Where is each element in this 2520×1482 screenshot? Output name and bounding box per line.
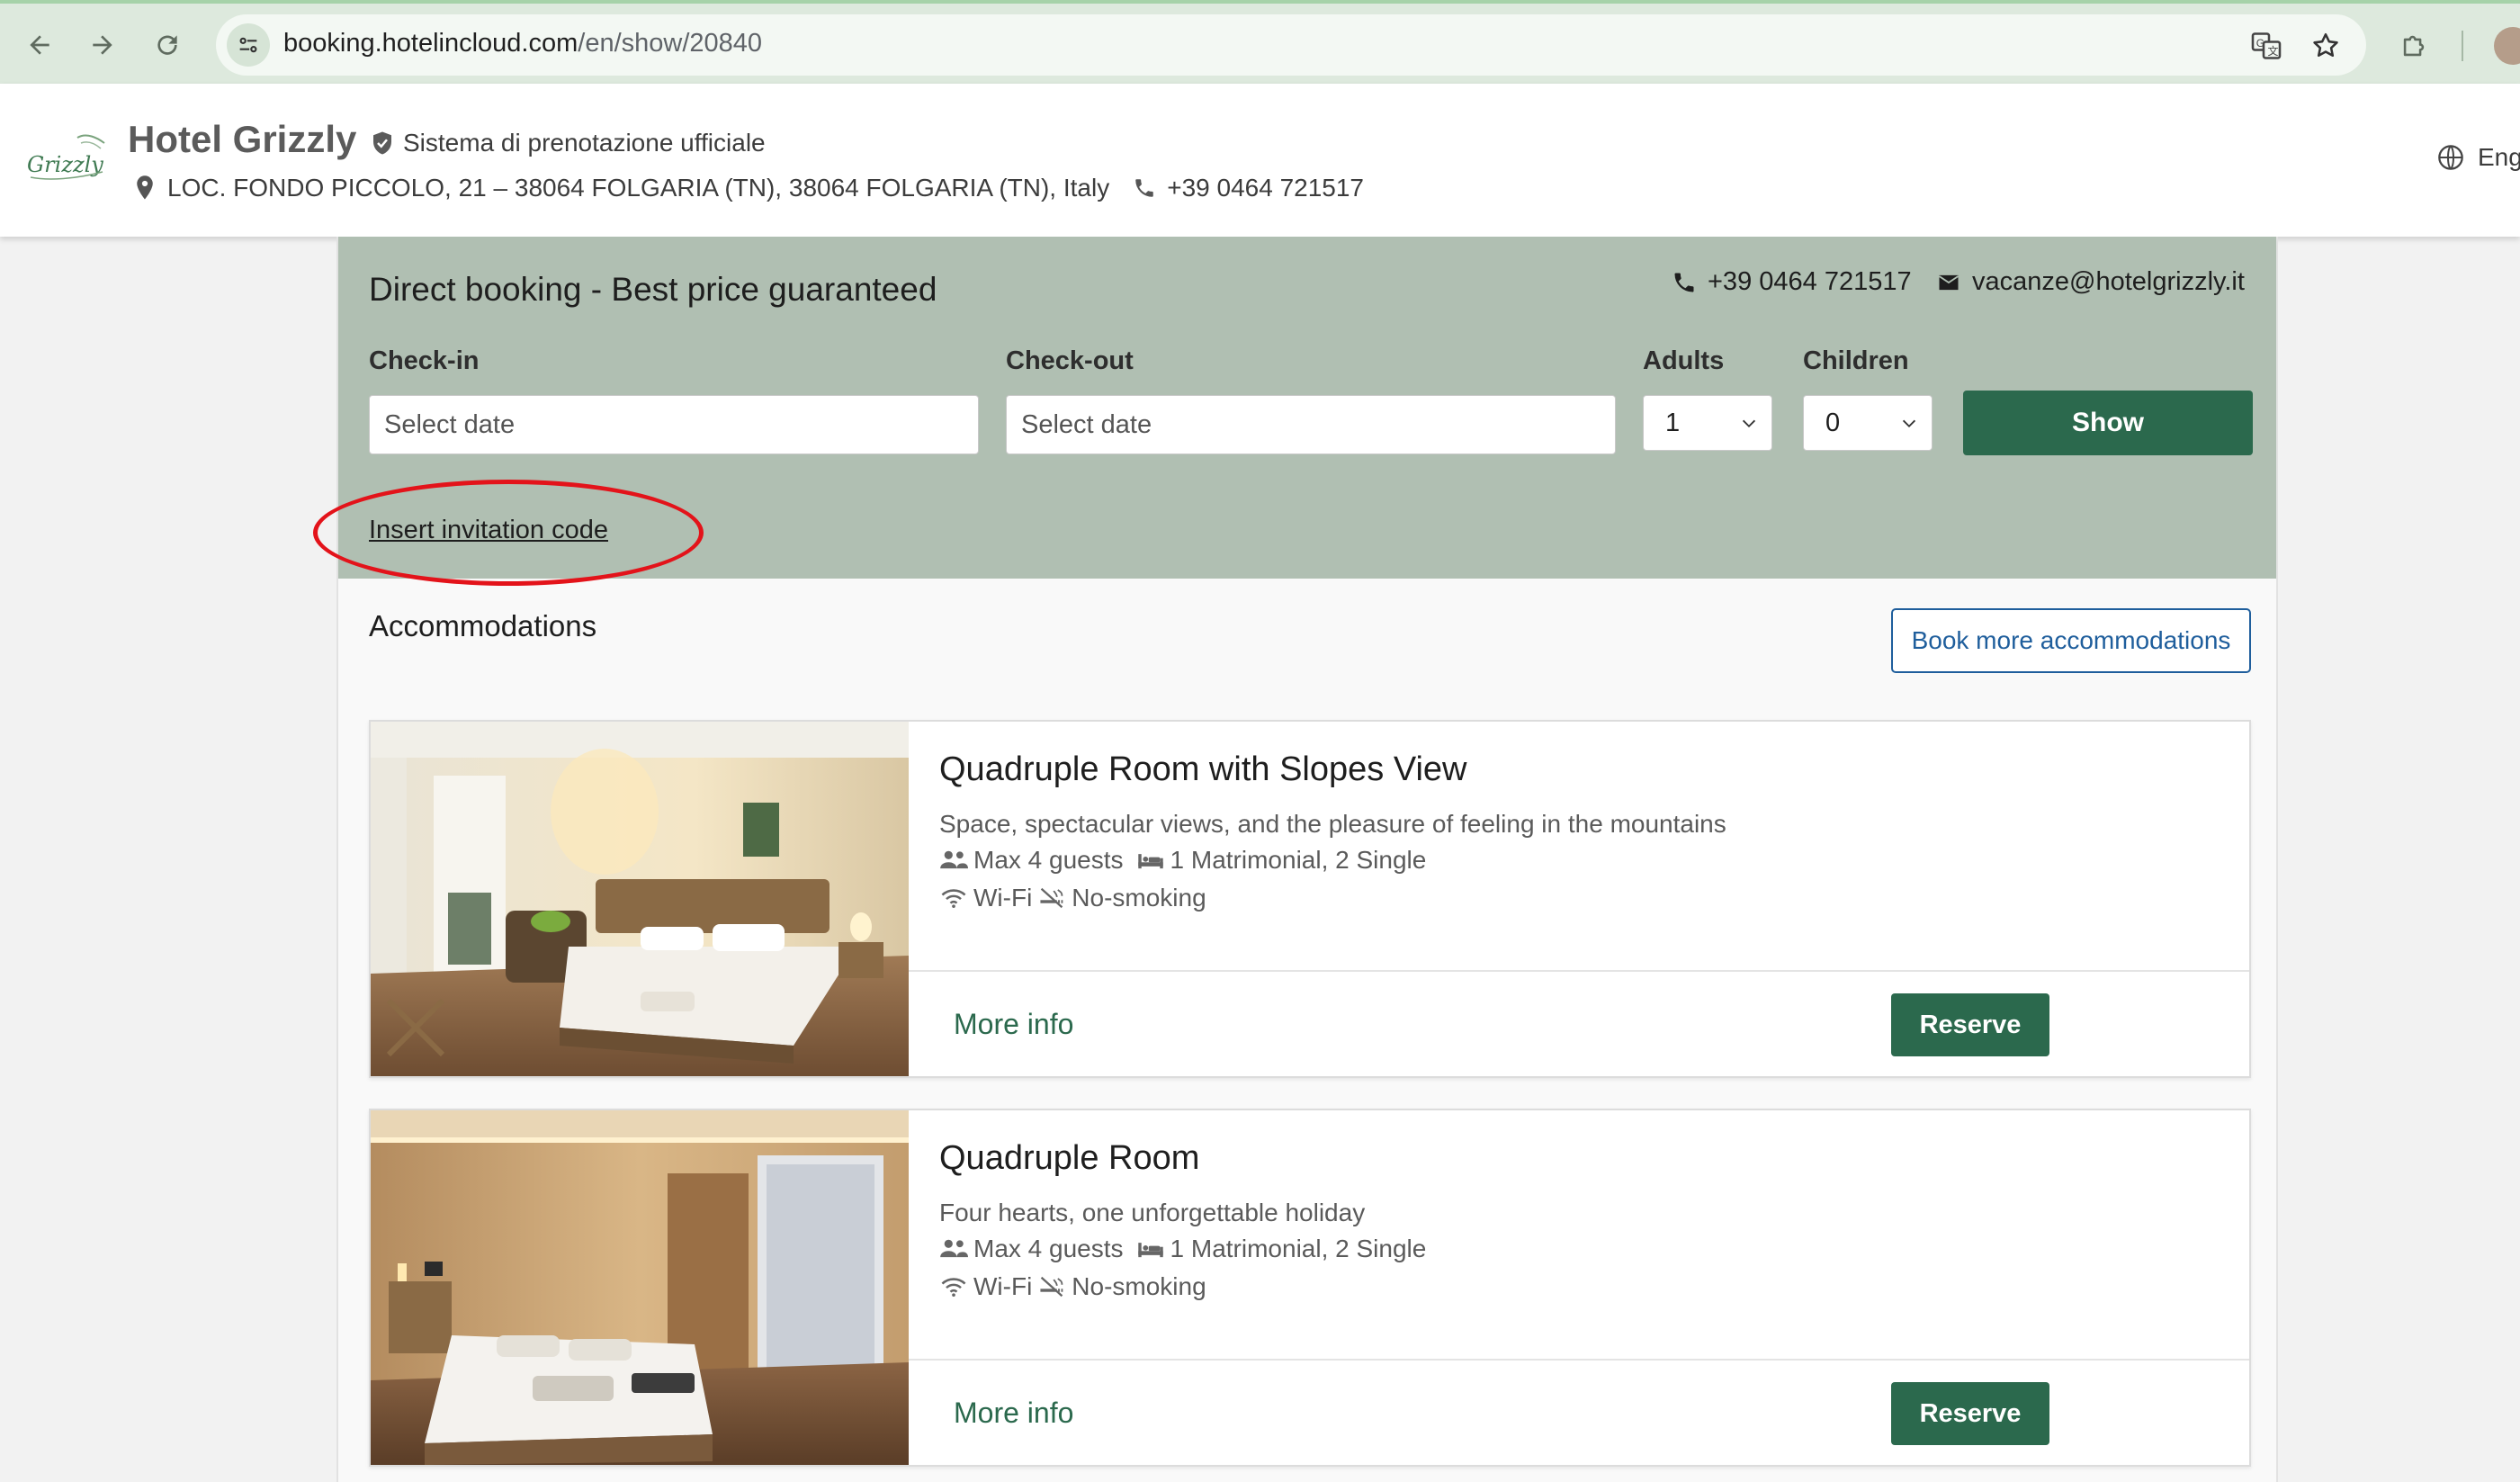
room-description: Four hearts, one unforgettable holiday <box>939 1199 1366 1226</box>
address-bar[interactable]: booking.hotelincloud.com/en/show/20840 G… <box>216 14 2366 76</box>
more-info-link[interactable]: More info <box>954 1397 1073 1430</box>
room-card: Quadruple Room with Slopes View Space, s… <box>369 720 2251 1078</box>
room-photo[interactable] <box>371 722 909 1076</box>
globe-icon <box>2438 145 2463 170</box>
room-capacity: Max 4 guests 1 Matrimonial, 2 Single <box>939 846 1426 875</box>
hotel-name: Hotel Grizzly <box>128 118 357 160</box>
booking-phone[interactable]: +39 0464 721517 <box>1672 267 1912 297</box>
children-value: 0 <box>1825 409 1841 437</box>
phone-icon <box>1674 273 1694 292</box>
room-guests: Max 4 guests <box>973 1235 1124 1262</box>
room-amenities: Wi-Fi No-smoking <box>939 884 1206 912</box>
room-beds: 1 Matrimonial, 2 Single <box>1170 846 1427 874</box>
language-label: Eng <box>2478 143 2520 171</box>
booking-title: Direct booking - Best price guaranteed <box>369 271 937 308</box>
booking-phone-text: +39 0464 721517 <box>1708 267 1912 296</box>
hotel-logo: Grizzly <box>25 130 113 186</box>
address-row: LOC. FONDO PICCOLO, 21 – 38064 FOLGARIA … <box>133 174 1364 202</box>
adults-value: 1 <box>1665 409 1681 437</box>
more-info-link[interactable]: More info <box>954 1008 1073 1041</box>
site-header: Grizzly Hotel Grizzly Sistema di prenota… <box>0 84 2520 237</box>
back-icon[interactable] <box>18 23 61 67</box>
accommodations-title: Accommodations <box>369 609 597 642</box>
room-card: Quadruple Room Four hearts, one unforget… <box>369 1109 2251 1467</box>
extensions-icon[interactable] <box>2397 29 2431 63</box>
forward-icon[interactable] <box>81 23 124 67</box>
room-description: Space, spectacular views, and the pleasu… <box>939 810 1726 838</box>
children-select[interactable]: 0 <box>1803 395 1933 451</box>
room-name[interactable]: Quadruple Room with Slopes View <box>939 750 1467 789</box>
checkout-input[interactable] <box>1006 395 1616 454</box>
room-wifi: Wi-Fi <box>973 1272 1033 1300</box>
url-domain: booking.hotelincloud.com <box>283 29 578 58</box>
no-smoking-icon <box>1040 887 1063 909</box>
room-beds: 1 Matrimonial, 2 Single <box>1170 1235 1427 1262</box>
email-icon <box>1938 274 1960 290</box>
toolbar-separator <box>2462 31 2463 61</box>
phone-icon <box>1135 179 1153 197</box>
reserve-button[interactable]: Reserve <box>1891 1382 2049 1445</box>
svg-text:G: G <box>2256 37 2264 49</box>
hotel-phone[interactable]: +39 0464 721517 <box>1167 174 1364 202</box>
hotel-address: LOC. FONDO PICCOLO, 21 – 38064 FOLGARIA … <box>167 174 1110 202</box>
adults-select[interactable]: 1 <box>1643 395 1772 451</box>
reserve-button[interactable]: Reserve <box>1891 993 2049 1056</box>
room-capacity: Max 4 guests 1 Matrimonial, 2 Single <box>939 1235 1426 1263</box>
main-content: Direct booking - Best price guaranteed +… <box>313 237 2278 1482</box>
children-label: Children <box>1803 346 1909 375</box>
wifi-icon <box>941 889 966 908</box>
card-divider <box>909 1359 2249 1361</box>
room-smoking: No-smoking <box>1072 1272 1206 1300</box>
room-photo[interactable] <box>371 1110 909 1465</box>
checkin-label: Check-in <box>369 346 480 375</box>
location-pin-icon <box>137 175 153 200</box>
bookmark-star-icon[interactable] <box>2309 29 2343 63</box>
room-name[interactable]: Quadruple Room <box>939 1139 1199 1178</box>
no-smoking-icon <box>1040 1276 1063 1298</box>
verified-badge: Sistema di prenotazione ufficiale <box>369 129 766 157</box>
guests-icon <box>940 850 968 869</box>
reload-icon[interactable] <box>146 23 189 67</box>
verified-text: Sistema di prenotazione ufficiale <box>403 129 766 157</box>
book-more-button[interactable]: Book more accommodations <box>1891 608 2251 673</box>
booking-panel: Direct booking - Best price guaranteed +… <box>313 237 2276 586</box>
checkout-label: Check-out <box>1006 346 1134 375</box>
url-path: /en/show/20840 <box>578 29 763 58</box>
chevron-down-icon <box>1902 419 1916 428</box>
room-smoking: No-smoking <box>1072 884 1206 912</box>
site-settings-icon[interactable] <box>227 23 270 67</box>
booking-email-text: vacanze@hotelgrizzly.it <box>1972 267 2245 296</box>
logo-text: Grizzly <box>27 152 103 177</box>
bed-icon <box>1137 1243 1163 1258</box>
adults-label: Adults <box>1643 346 1725 375</box>
profile-avatar[interactable] <box>2494 27 2520 65</box>
svg-text:文: 文 <box>2268 44 2279 58</box>
guests-icon <box>940 1239 968 1258</box>
booking-email[interactable]: vacanze@hotelgrizzly.it <box>1936 267 2245 297</box>
checkin-input[interactable] <box>369 395 979 454</box>
card-divider <box>909 970 2249 972</box>
language-selector[interactable]: Eng <box>2436 143 2520 172</box>
room-guests: Max 4 guests <box>973 846 1124 874</box>
room-amenities: Wi-Fi No-smoking <box>939 1272 1206 1301</box>
show-button[interactable]: Show <box>1963 391 2253 455</box>
room-wifi: Wi-Fi <box>973 884 1033 912</box>
translate-icon[interactable]: G文 <box>2249 29 2283 63</box>
chevron-down-icon <box>1742 419 1756 428</box>
url-text: booking.hotelincloud.com/en/show/20840 <box>283 29 762 58</box>
wifi-icon <box>941 1278 966 1297</box>
bed-icon <box>1137 854 1163 869</box>
browser-toolbar: booking.hotelincloud.com/en/show/20840 G… <box>0 0 2520 84</box>
verified-shield-icon <box>373 131 391 155</box>
invitation-code-link[interactable]: Insert invitation code <box>369 516 608 545</box>
